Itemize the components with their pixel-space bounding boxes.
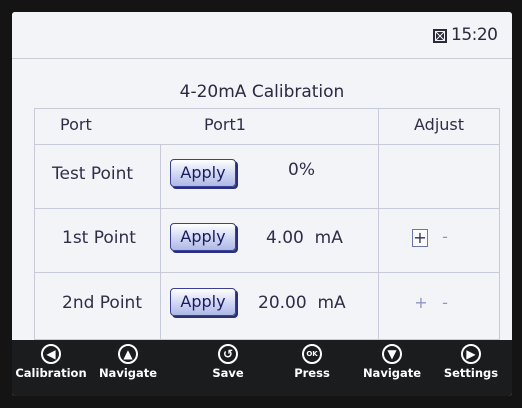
apply-button-1st-point[interactable]: Apply (170, 223, 236, 251)
softkey-bar: ◀ Calibration ▲ Navigate ↺ Save OK Press… (12, 340, 512, 396)
ok-icon: OK (302, 344, 322, 364)
calibration-table: Port Port1 Adjust Test Point Apply 0% 1s… (34, 108, 500, 340)
header-adjust: Adjust (414, 115, 465, 134)
arrow-up-icon: ▲ (118, 344, 138, 364)
status-bar: 15:20 (12, 12, 512, 58)
navigate-down-softkey[interactable]: ▼ Navigate (354, 344, 430, 380)
save-softkey[interactable]: ↺ Save (208, 344, 248, 380)
row-label-1st-point: 1st Point (62, 228, 136, 248)
apply-button-2nd-point[interactable]: Apply (170, 288, 236, 316)
value-1st-point: 4.00 mA (266, 228, 343, 248)
clock-time: 15:20 (451, 25, 498, 45)
row-label-2nd-point: 2nd Point (62, 293, 142, 313)
value-test-point: 0% (288, 160, 315, 180)
arrow-right-icon: ▶ (461, 344, 481, 364)
increase-button-2nd-point[interactable]: + (414, 295, 428, 311)
settings-softkey[interactable]: ▶ Settings (436, 344, 506, 380)
press-softkey[interactable]: OK Press (288, 344, 336, 380)
apply-button-test-point[interactable]: Apply (170, 159, 236, 187)
battery-icon (433, 29, 447, 43)
table-col-divider (160, 144, 161, 340)
header-port: Port (60, 115, 92, 134)
value-2nd-point: 20.00 mA (258, 293, 346, 313)
decrease-button-2nd-point[interactable]: - (438, 295, 452, 311)
arrow-left-icon: ◀ (41, 344, 61, 364)
arrow-down-icon: ▼ (382, 344, 402, 364)
device-screen: 15:20 4-20mA Calibration Port Port1 Adju… (12, 12, 512, 396)
table-border-left (34, 108, 35, 340)
status-divider (12, 58, 512, 59)
row-label-test-point: Test Point (52, 164, 134, 184)
header-port1: Port1 (204, 115, 246, 134)
calibration-softkey[interactable]: ◀ Calibration (14, 344, 88, 380)
table-row-divider (34, 208, 500, 209)
table-col-divider (378, 108, 379, 340)
increase-button-1st-point[interactable]: + (412, 229, 428, 247)
decrease-button-1st-point[interactable]: - (438, 229, 452, 245)
table-border-right (499, 108, 500, 340)
table-row-divider (34, 144, 500, 145)
navigate-up-softkey[interactable]: ▲ Navigate (92, 344, 164, 380)
table-border-top (34, 108, 500, 109)
undo-icon: ↺ (218, 344, 238, 364)
page-title: 4-20mA Calibration (179, 82, 345, 102)
table-row-divider (34, 272, 500, 273)
